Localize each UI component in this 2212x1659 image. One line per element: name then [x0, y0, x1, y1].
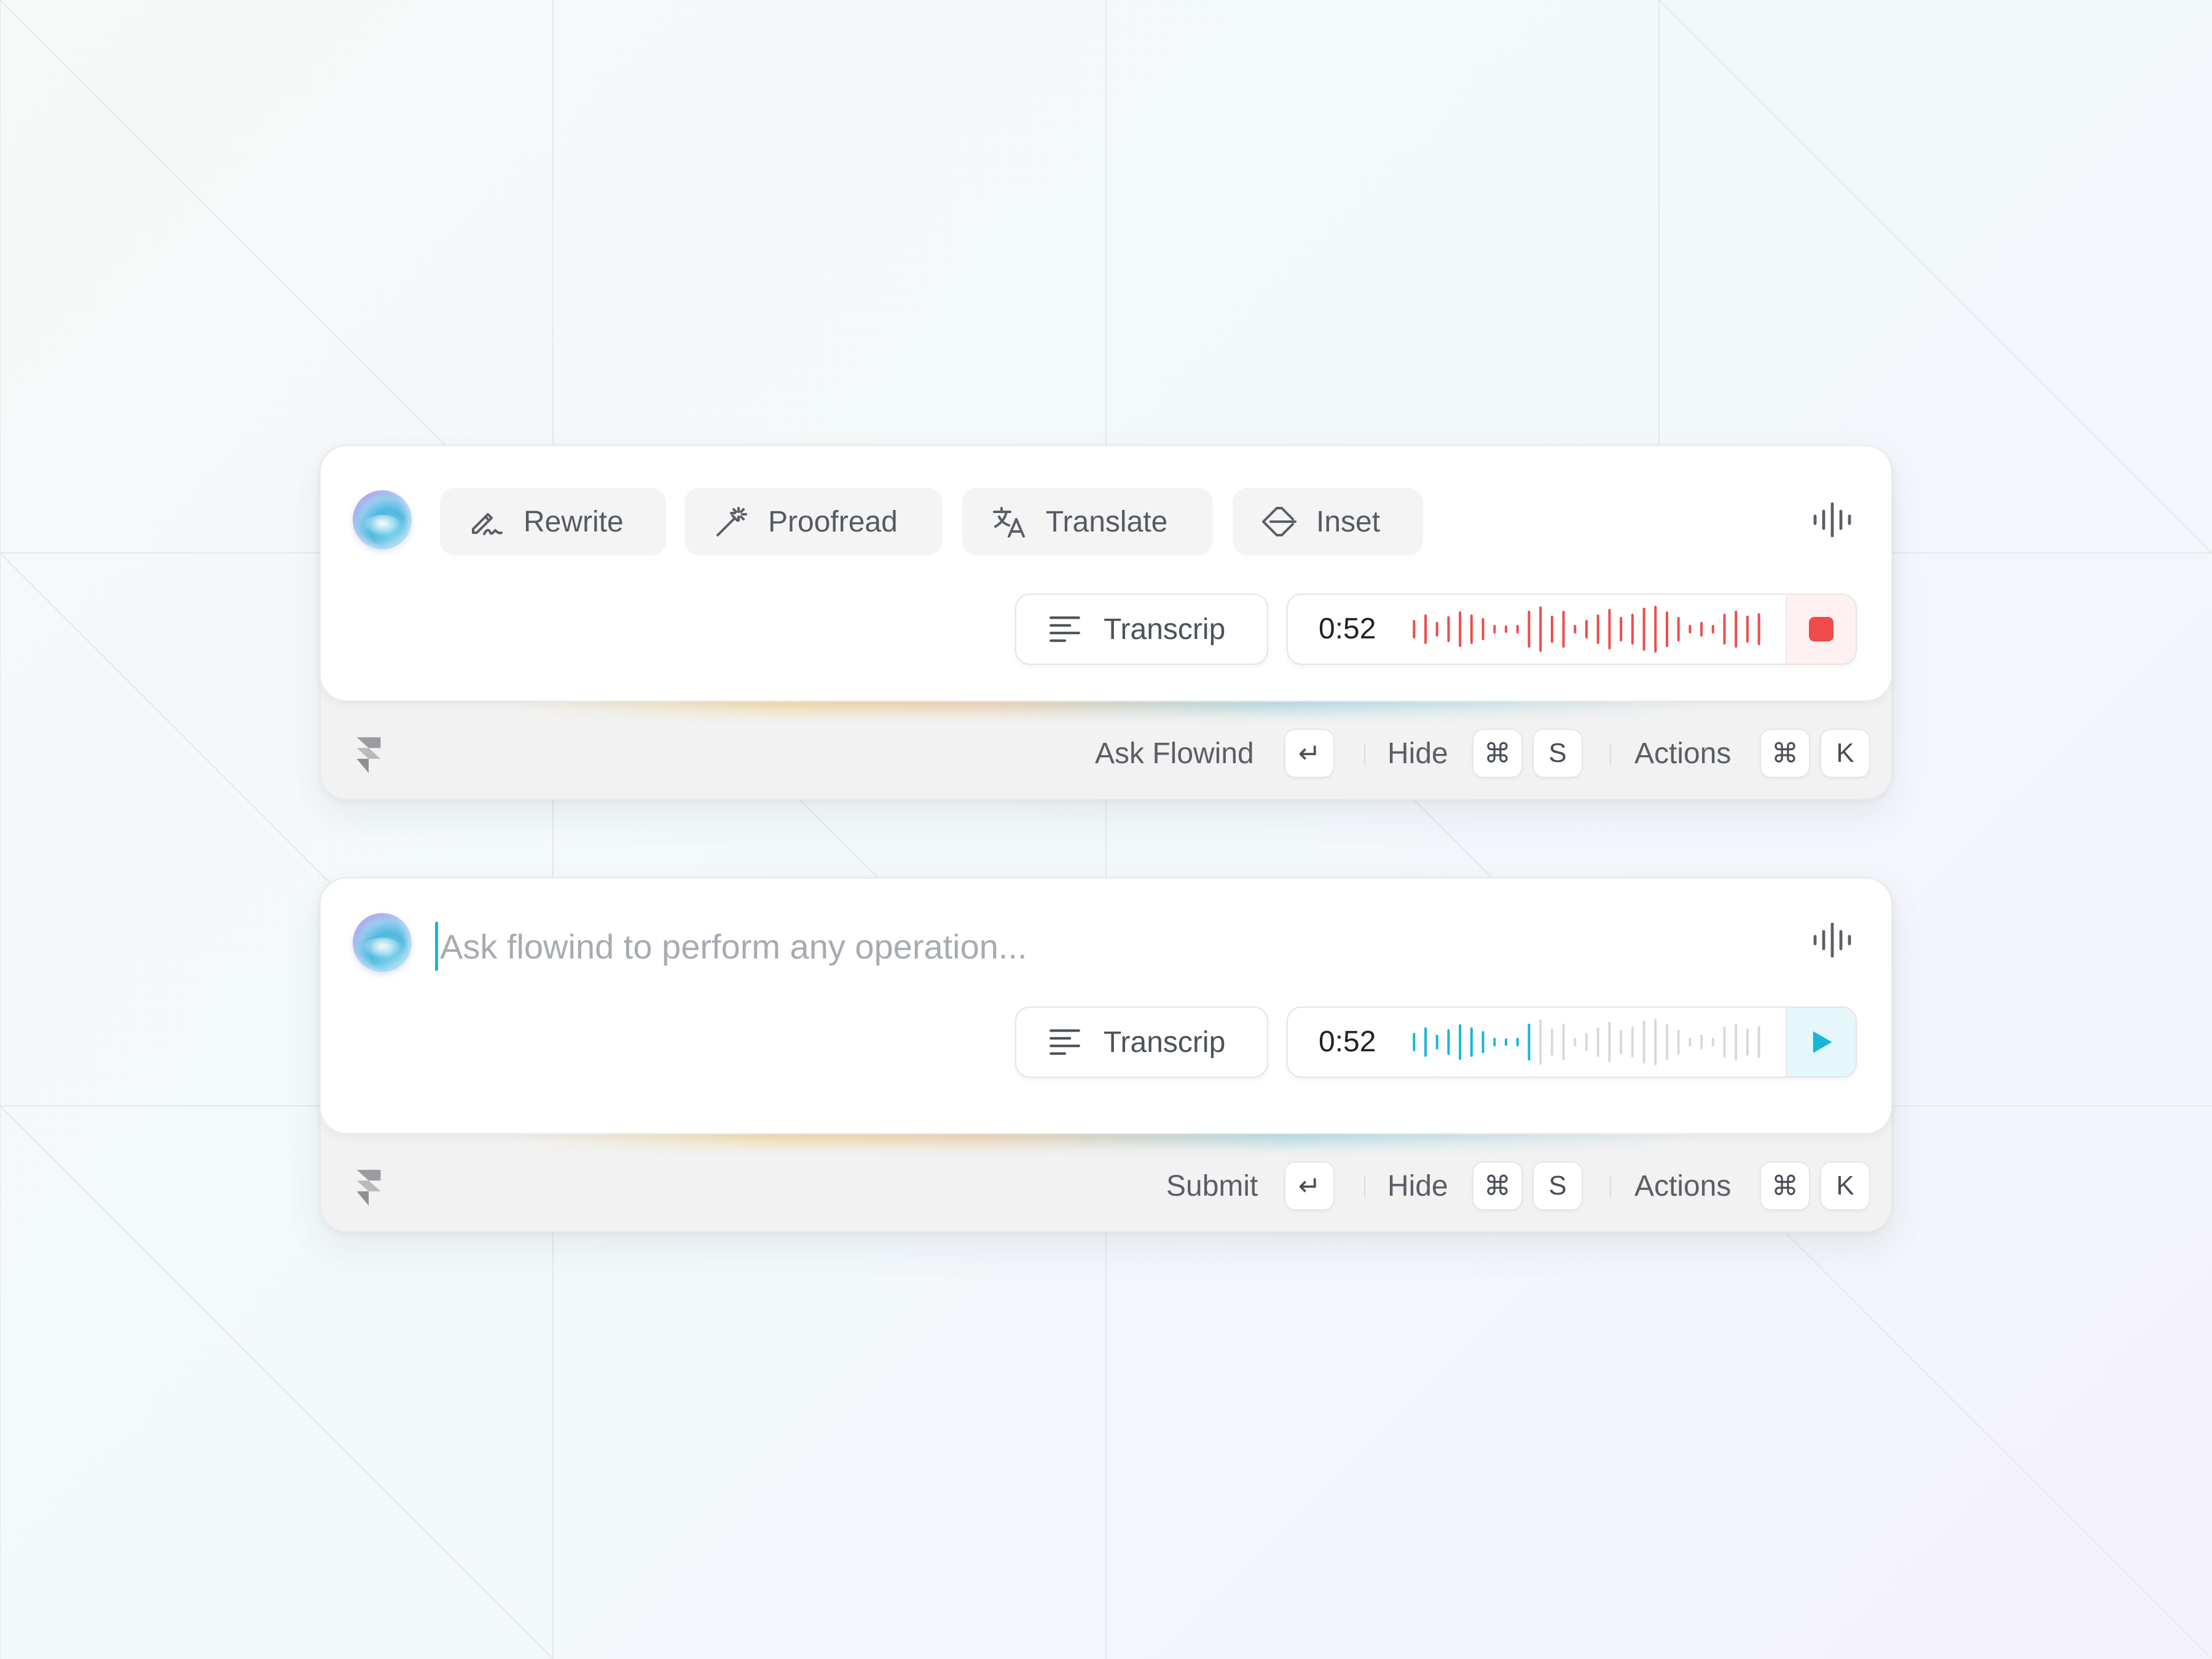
- recording-time: 0:52: [1319, 613, 1376, 645]
- translate-button[interactable]: Translate: [962, 488, 1213, 555]
- text-caret: [435, 922, 438, 971]
- recording-waveform: [1413, 606, 1760, 653]
- command-key: ⌘: [1760, 1161, 1810, 1210]
- assistant-orb-icon[interactable]: [353, 490, 412, 549]
- signature-pen-icon: [472, 513, 503, 535]
- assistant-panel: Ask flowind to perform any operation... …: [320, 877, 1892, 1134]
- stop-recording-button[interactable]: [1786, 595, 1856, 664]
- playback-time: 0:52: [1319, 1026, 1376, 1058]
- text-lines-icon: [1049, 616, 1080, 642]
- text-lines-icon: [1049, 1029, 1080, 1055]
- play-button[interactable]: [1786, 1008, 1856, 1077]
- insert-arrow-icon: [1262, 507, 1296, 536]
- proofread-button[interactable]: Proofread: [684, 488, 943, 555]
- audio-recorder: 0:52: [1287, 594, 1857, 665]
- k-key: K: [1820, 729, 1870, 778]
- command-key: ⌘: [1760, 729, 1810, 778]
- inset-button[interactable]: Inset: [1233, 488, 1423, 555]
- transcript-label: Transcrip: [1104, 1026, 1226, 1059]
- s-key: S: [1532, 729, 1583, 778]
- enter-key: ↵: [1284, 729, 1335, 778]
- ask-flowind-label[interactable]: Ask Flowind: [1095, 730, 1254, 778]
- voice-waveform-icon[interactable]: [1810, 920, 1854, 960]
- prompt-input[interactable]: Ask flowind to perform any operation...: [440, 913, 1027, 981]
- hide-label[interactable]: Hide: [1387, 1163, 1448, 1210]
- actions-label[interactable]: Actions: [1634, 730, 1731, 778]
- voice-waveform-icon[interactable]: [1810, 500, 1854, 539]
- k-key: K: [1820, 1161, 1870, 1210]
- translate-label: Translate: [1046, 505, 1168, 538]
- widget-footer: Ask Flowind ↵ Hide ⌘ S Actions ⌘ K: [321, 702, 1891, 800]
- enter-key: ↵: [1284, 1161, 1335, 1210]
- stop-icon: [1809, 617, 1834, 641]
- assistant-panel: Rewrite Proofread Translate Inset Transc…: [320, 445, 1892, 702]
- assistant-widget-recording: Rewrite Proofread Translate Inset Transc…: [320, 445, 1892, 800]
- transcript-label: Transcrip: [1104, 613, 1226, 646]
- footer-separator: [1610, 1176, 1611, 1198]
- assistant-widget-playback: Ask flowind to perform any operation... …: [320, 877, 1892, 1233]
- playback-waveform[interactable]: [1408, 1016, 1765, 1068]
- assistant-orb-icon[interactable]: [353, 913, 412, 972]
- background-grid: [0, 0, 2212, 1659]
- rewrite-label: Rewrite: [524, 505, 624, 538]
- proofread-label: Proofread: [768, 505, 898, 538]
- play-icon: [1813, 1031, 1832, 1053]
- command-key: ⌘: [1472, 729, 1523, 778]
- transcript-button[interactable]: Transcrip: [1015, 1006, 1268, 1078]
- framer-logo-icon: [356, 1169, 381, 1206]
- framer-logo-icon: [356, 737, 381, 774]
- transcript-button[interactable]: Transcrip: [1015, 594, 1268, 665]
- widget-footer: Submit ↵ Hide ⌘ S Actions ⌘ K: [321, 1134, 1891, 1233]
- rewrite-button[interactable]: Rewrite: [440, 488, 666, 555]
- command-key: ⌘: [1472, 1161, 1523, 1210]
- footer-separator: [1364, 743, 1365, 766]
- actions-label[interactable]: Actions: [1634, 1163, 1731, 1210]
- footer-separator: [1364, 1176, 1365, 1198]
- magic-wand-icon: [716, 507, 747, 536]
- hide-label[interactable]: Hide: [1387, 730, 1448, 778]
- translate-icon: [993, 507, 1025, 538]
- footer-separator: [1610, 743, 1611, 766]
- s-key: S: [1532, 1161, 1583, 1210]
- inset-label: Inset: [1316, 505, 1381, 538]
- audio-player: 0:52: [1287, 1006, 1857, 1078]
- submit-label[interactable]: Submit: [1166, 1163, 1258, 1210]
